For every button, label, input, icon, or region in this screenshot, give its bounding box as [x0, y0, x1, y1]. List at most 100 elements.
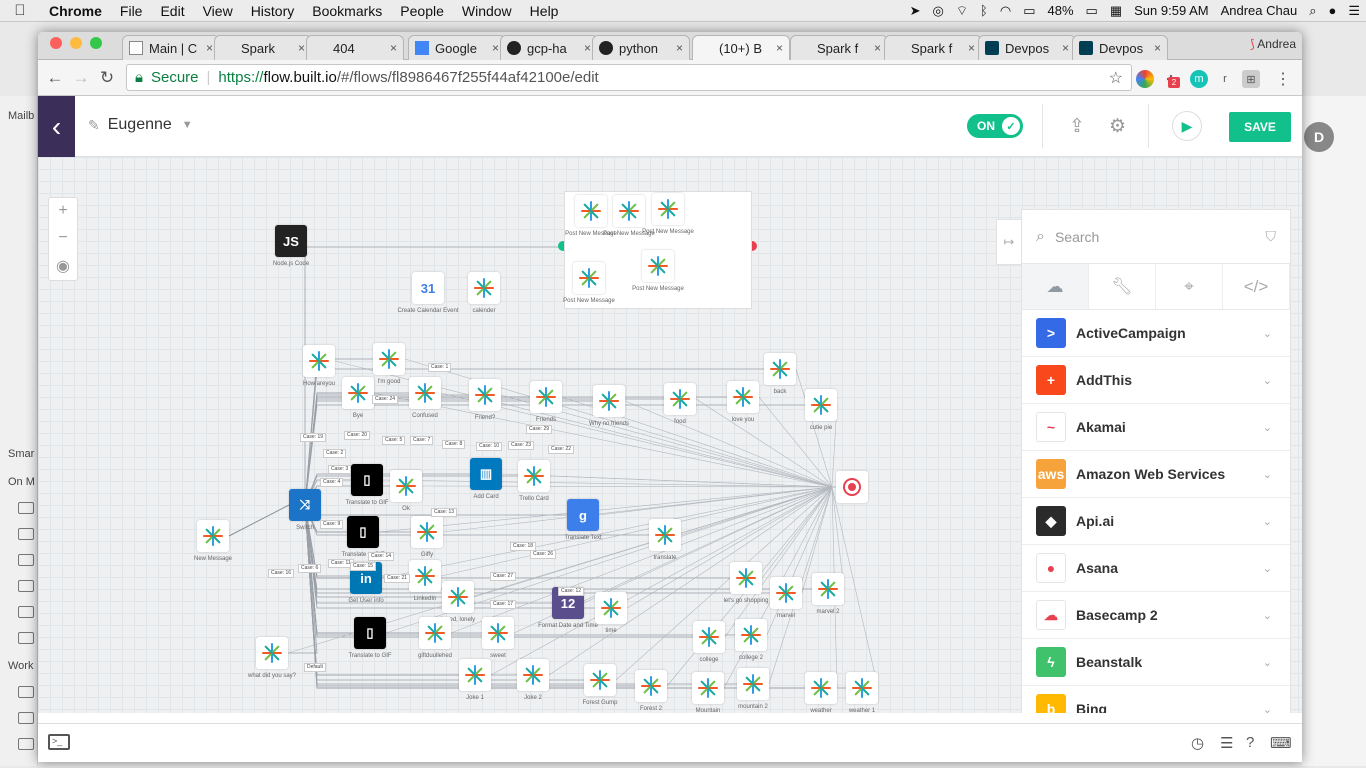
service-item[interactable]: b Bing ⌄ [1022, 686, 1290, 713]
flow-node[interactable] [764, 353, 796, 385]
menu-view[interactable]: View [194, 3, 242, 19]
tab[interactable]: 404 × [306, 35, 404, 60]
battery-icon[interactable]: ▭ [1080, 3, 1104, 19]
omnibox[interactable]: 🔒︎ Secure | https:// flow.built.io /#/fl… [126, 64, 1132, 91]
close-tab-icon[interactable]: × [1154, 41, 1161, 55]
flow-node[interactable] [737, 668, 769, 700]
flow-node[interactable] [303, 345, 335, 377]
tab[interactable]: Devpos × [978, 35, 1076, 60]
bluetooth-icon[interactable]: ᛒ [974, 3, 994, 18]
service-item[interactable]: ~ Akamai ⌄ [1022, 404, 1290, 451]
tab[interactable]: Spark f × [790, 35, 888, 60]
tab[interactable]: Spark f × [884, 35, 982, 60]
tab[interactable]: Main | C × [122, 35, 220, 60]
play-icon[interactable]: ▶ [1172, 111, 1202, 141]
flow-node[interactable] [692, 672, 724, 704]
tab[interactable]: Devpos × [1072, 35, 1168, 60]
flow-node[interactable]: g [567, 499, 599, 531]
close-window-button[interactable] [50, 37, 62, 49]
flow-node[interactable] [518, 460, 550, 492]
flow-node[interactable] [735, 619, 767, 651]
flow-node[interactable] [664, 383, 696, 415]
tools-tab-icon[interactable]: 🔧︎ [1089, 264, 1156, 309]
flow-node[interactable] [442, 581, 474, 613]
tab-active[interactable]: (10+) B × [692, 35, 790, 60]
folder-icon[interactable] [18, 686, 34, 698]
collapse-panel-icon[interactable]: ↦ [996, 219, 1022, 265]
close-tab-icon[interactable]: × [1062, 41, 1069, 55]
flow-node[interactable] [693, 621, 725, 653]
spotlight-icon[interactable]: ⌕ [1303, 3, 1322, 19]
flow-node[interactable] [649, 519, 681, 551]
flow-node[interactable]: ⤨ [289, 489, 321, 521]
save-button[interactable]: SAVE [1229, 112, 1291, 142]
recenter-icon[interactable]: ◉ [56, 256, 70, 276]
flow-node[interactable] [635, 670, 667, 702]
flow-node[interactable] [373, 343, 405, 375]
flow-node[interactable] [805, 672, 837, 704]
flow-node[interactable] [342, 377, 374, 409]
folder-icon[interactable] [18, 712, 34, 724]
help-icon[interactable]: ? [1246, 734, 1254, 751]
menu-app[interactable]: Chrome [40, 3, 111, 19]
close-tab-icon[interactable]: × [776, 41, 783, 55]
siri-icon[interactable]: ● [1322, 3, 1342, 18]
terminal-icon[interactable]: >_ [48, 734, 70, 750]
service-item[interactable]: ϟ Beanstalk ⌄ [1022, 639, 1290, 686]
gear-icon[interactable]: ⚙ [1109, 115, 1126, 138]
cloud-services-tab-icon[interactable]: ☁ [1022, 264, 1089, 309]
flow-node[interactable]: ▥ [470, 458, 502, 490]
chrome-menu-icon[interactable]: ⋮ [1274, 70, 1292, 88]
apple-icon[interactable]:  [0, 2, 40, 19]
filter-icon[interactable]: ⛉ [1266, 228, 1277, 245]
back-chevron-icon[interactable]: ‹ [38, 96, 75, 157]
flow-node[interactable] [411, 516, 443, 548]
flow-node[interactable] [517, 659, 549, 691]
service-search[interactable]: ⌕ Search ⛉ [1022, 210, 1290, 264]
notification-center-icon[interactable]: ☰ [1342, 3, 1366, 19]
bookmark-star-icon[interactable]: ☆ [1109, 68, 1123, 88]
service-item[interactable]: ◆ Api.ai ⌄ [1022, 498, 1290, 545]
flow-node[interactable] [846, 672, 878, 704]
flow-node[interactable] [593, 385, 625, 417]
flow-node[interactable] [770, 577, 802, 609]
share-icon[interactable]: ⇪ [1069, 115, 1085, 138]
flow-node[interactable] [530, 381, 562, 413]
menu-window[interactable]: Window [453, 3, 521, 19]
menu-file[interactable]: File [111, 3, 152, 19]
logs-icon[interactable]: ☰ [1220, 734, 1233, 752]
flow-node[interactable] [613, 195, 645, 227]
flow-node[interactable] [595, 592, 627, 624]
folder-icon[interactable] [18, 502, 34, 514]
flow-node[interactable] [642, 250, 674, 282]
flag-icon[interactable]: ▦ [1104, 3, 1128, 19]
minimize-window-button[interactable] [70, 37, 82, 49]
wifi-icon[interactable]: ◠ [994, 3, 1017, 19]
flow-canvas[interactable]: JS Node.js Code 31 Create Calendar Event cal… [38, 157, 1302, 713]
r-extension-icon[interactable]: r [1216, 70, 1234, 88]
service-item[interactable]: aws Amazon Web Services ⌄ [1022, 451, 1290, 498]
close-tab-icon[interactable]: × [676, 41, 683, 55]
back-arrow-icon[interactable]: ← [42, 68, 68, 88]
flow-on-toggle[interactable]: ON ✓ [967, 114, 1023, 138]
folder-icon[interactable] [18, 632, 34, 644]
tab[interactable]: python × [592, 35, 690, 60]
close-tab-icon[interactable]: × [390, 41, 397, 55]
clock[interactable]: Sun 9:59 AM [1128, 3, 1214, 18]
flow-node[interactable] [409, 560, 441, 592]
tab[interactable]: Spark × [214, 35, 312, 60]
flow-node[interactable] [584, 664, 616, 696]
puzzle-extension-icon[interactable]: ⊞ [1242, 70, 1260, 88]
flow-node[interactable] [482, 617, 514, 649]
flow-node[interactable] [727, 381, 759, 413]
flow-node[interactable]: ▯ [351, 464, 383, 496]
menu-history[interactable]: History [242, 3, 304, 19]
history-clock-icon[interactable]: ◷ [1191, 734, 1204, 752]
menu-bookmarks[interactable]: Bookmarks [303, 3, 391, 19]
service-item[interactable]: ● Asana ⌄ [1022, 545, 1290, 592]
zoom-in-icon[interactable]: + [58, 202, 67, 220]
flow-node[interactable] [812, 573, 844, 605]
flow-node[interactable] [419, 617, 451, 649]
iot-tab-icon[interactable]: ⌖ [1156, 264, 1223, 309]
folder-icon[interactable] [18, 606, 34, 618]
